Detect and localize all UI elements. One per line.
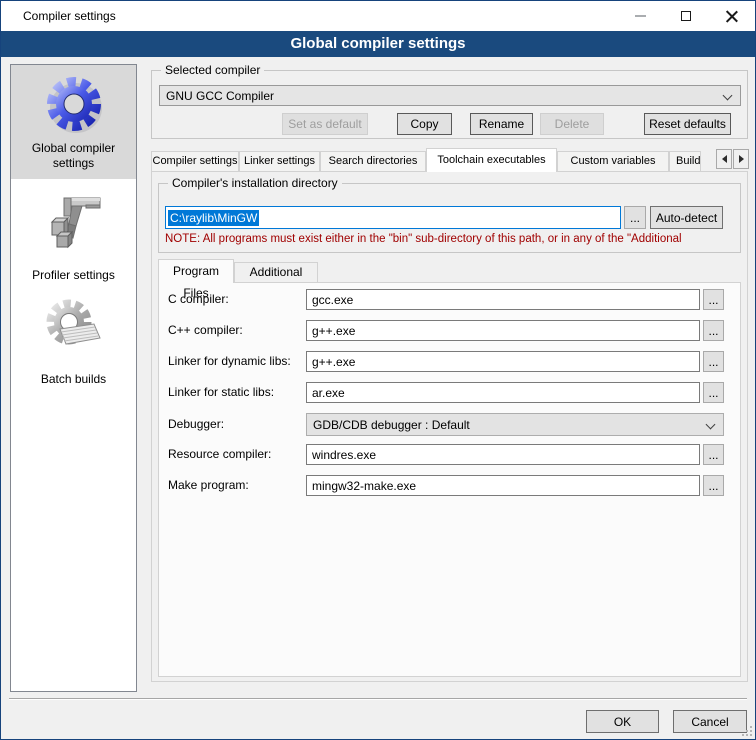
- titlebar[interactable]: Compiler settings: [1, 1, 755, 31]
- reset-defaults-button[interactable]: Reset defaults: [644, 113, 731, 135]
- cpp-compiler-browse-button[interactable]: ...: [703, 320, 724, 341]
- installation-directory-browse-button[interactable]: ...: [624, 206, 646, 229]
- resource-compiler-browse-button[interactable]: ...: [703, 444, 724, 465]
- linker-dynamic-input[interactable]: g++.exe: [306, 351, 700, 372]
- arrow-left-icon: [718, 155, 727, 163]
- close-button[interactable]: [709, 1, 755, 30]
- installation-directory-group-label: Compiler's installation directory: [168, 176, 342, 191]
- maximize-button[interactable]: [663, 1, 709, 30]
- debugger-select-value: GDB/CDB debugger : Default: [313, 418, 470, 432]
- debugger-label: Debugger:: [168, 417, 224, 432]
- cancel-button[interactable]: Cancel: [673, 710, 747, 733]
- c-compiler-browse-button[interactable]: ...: [703, 289, 724, 310]
- arrow-right-icon: [739, 155, 748, 163]
- tab-build-options[interactable]: Build: [669, 151, 701, 172]
- gray-gear-stack-icon: [42, 295, 106, 359]
- sidebar-item-global-compiler-settings[interactable]: Global compiler settings: [11, 65, 136, 179]
- resource-compiler-label: Resource compiler:: [168, 447, 271, 462]
- debugger-select[interactable]: GDB/CDB debugger : Default: [306, 413, 724, 436]
- auto-detect-button[interactable]: Auto-detect: [650, 206, 723, 229]
- sidebar-item-label: Global compiler settings: [11, 141, 136, 171]
- tab-custom-variables[interactable]: Custom variables: [557, 151, 669, 172]
- resize-grip[interactable]: [742, 726, 752, 736]
- bin-subdirectory-note: NOTE: All programs must exist either in …: [165, 233, 732, 248]
- make-program-input[interactable]: mingw32-make.exe: [306, 475, 700, 496]
- installation-directory-input[interactable]: C:\raylib\MinGW: [165, 206, 621, 229]
- chevron-down-icon: [706, 420, 716, 430]
- minimize-button[interactable]: [617, 1, 663, 30]
- compiler-settings-dialog: Compiler settings Global compiler settin…: [0, 0, 756, 740]
- resource-compiler-input[interactable]: windres.exe: [306, 444, 700, 465]
- linker-static-browse-button[interactable]: ...: [703, 382, 724, 403]
- sidebar-item-profiler-settings[interactable]: Profiler settings: [11, 179, 136, 283]
- blue-gear-icon: [42, 72, 106, 136]
- make-program-label: Make program:: [168, 478, 249, 493]
- selected-compiler-group-label: Selected compiler: [161, 63, 264, 78]
- chevron-down-icon: [723, 91, 733, 101]
- caliper-icon: [42, 191, 106, 255]
- compiler-select-value: GNU GCC Compiler: [166, 89, 274, 103]
- linker-dynamic-browse-button[interactable]: ...: [703, 351, 724, 372]
- sidebar-item-label: Profiler settings: [11, 268, 136, 283]
- tab-toolchain-executables[interactable]: Toolchain executables: [426, 148, 557, 172]
- maximize-icon: [681, 11, 691, 21]
- ok-button[interactable]: OK: [586, 710, 659, 733]
- page-title: Global compiler settings: [1, 31, 755, 57]
- linker-dynamic-label: Linker for dynamic libs:: [168, 354, 291, 369]
- linker-static-input[interactable]: ar.exe: [306, 382, 700, 403]
- delete-button[interactable]: Delete: [540, 113, 604, 135]
- sidebar-item-label: Batch builds: [11, 372, 136, 387]
- make-program-browse-button[interactable]: ...: [703, 475, 724, 496]
- tab-search-directories[interactable]: Search directories: [320, 151, 426, 172]
- tab-scroll-left-button[interactable]: [716, 149, 732, 169]
- close-icon: [726, 10, 738, 22]
- linker-static-label: Linker for static libs:: [168, 385, 274, 400]
- cpp-compiler-label: C++ compiler:: [168, 323, 243, 338]
- tab-compiler-settings[interactable]: Compiler settings: [151, 151, 239, 172]
- footer-divider: [9, 698, 747, 700]
- subtab-program-files[interactable]: Program Files: [158, 259, 234, 283]
- settings-category-list: Global compiler settings: [10, 64, 137, 692]
- copy-button[interactable]: Copy: [397, 113, 452, 135]
- tab-scroll-right-button[interactable]: [733, 149, 749, 169]
- rename-button[interactable]: Rename: [470, 113, 533, 135]
- set-as-default-button[interactable]: Set as default: [282, 113, 368, 135]
- minimize-icon: [635, 15, 646, 17]
- compiler-select[interactable]: GNU GCC Compiler: [159, 85, 741, 106]
- tab-linker-settings[interactable]: Linker settings: [239, 151, 320, 172]
- cpp-compiler-input[interactable]: g++.exe: [306, 320, 700, 341]
- c-compiler-input[interactable]: gcc.exe: [306, 289, 700, 310]
- sidebar-item-batch-builds[interactable]: Batch builds: [11, 283, 136, 387]
- window-title: Compiler settings: [23, 1, 116, 31]
- subtab-additional-paths[interactable]: Additional Paths: [234, 262, 318, 283]
- installation-directory-value: C:\raylib\MinGW: [168, 210, 259, 226]
